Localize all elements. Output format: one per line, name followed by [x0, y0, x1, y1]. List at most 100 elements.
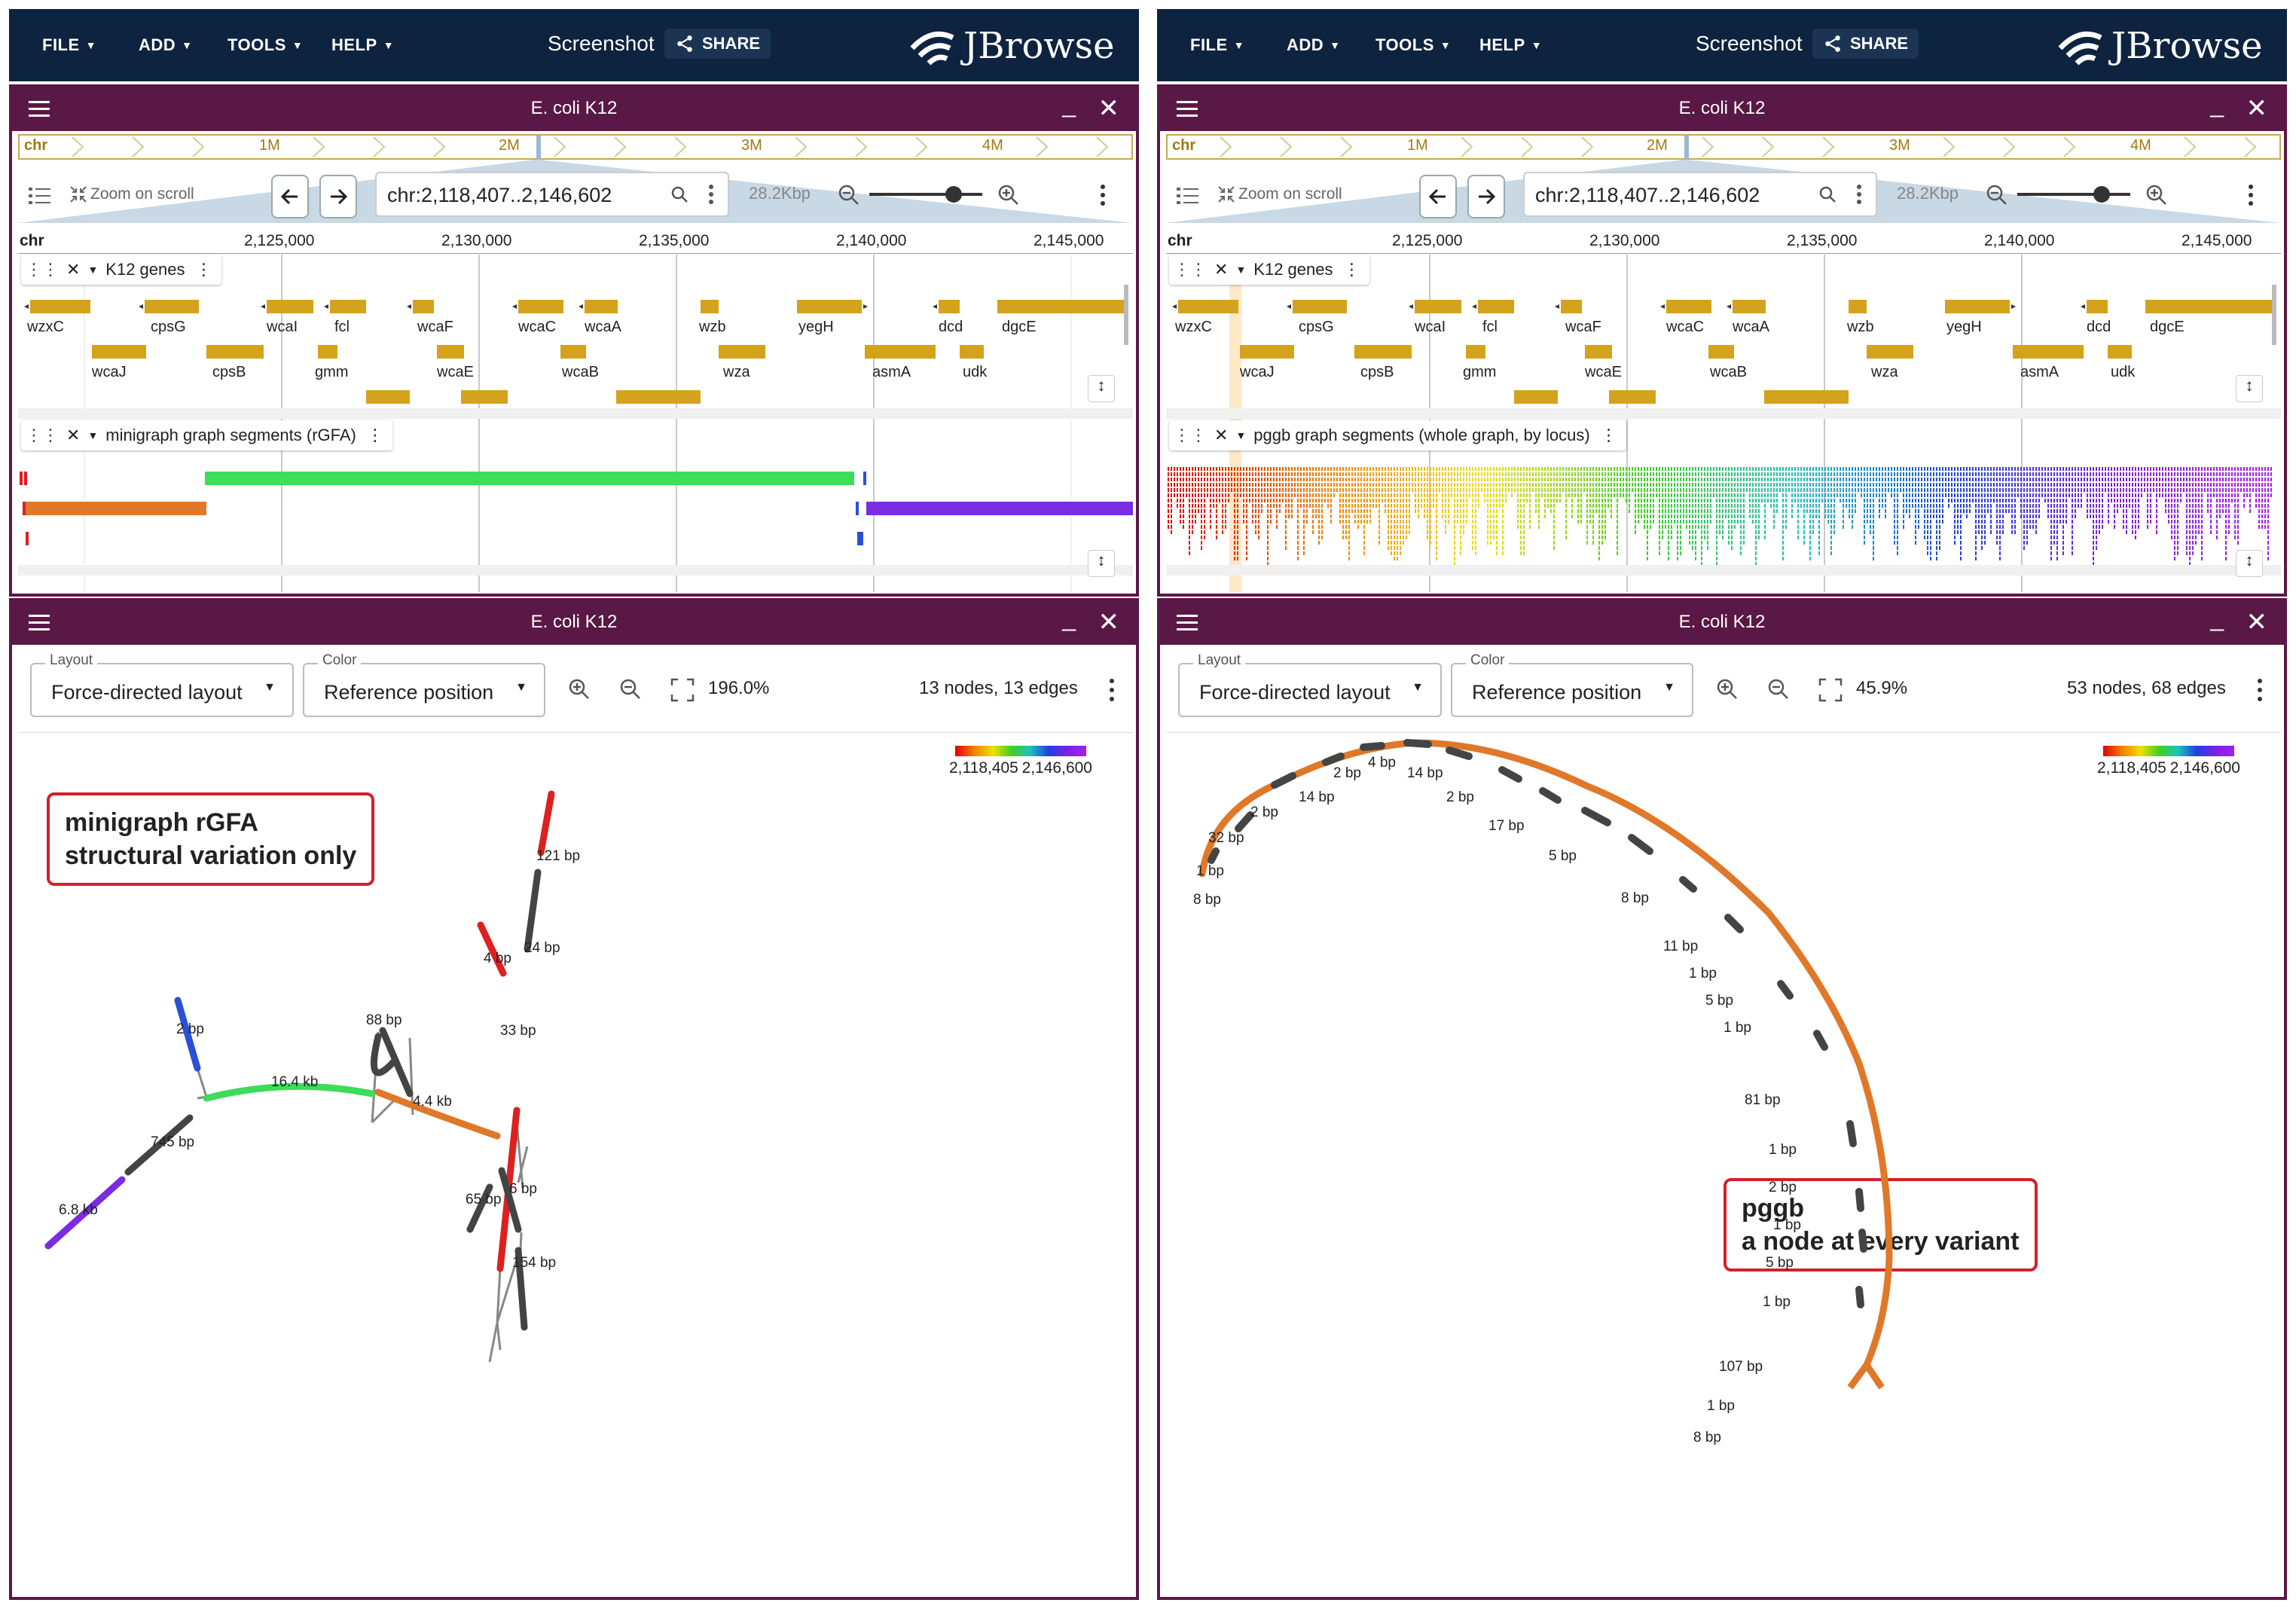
track-selector-icon[interactable]	[29, 187, 51, 206]
gene-feature[interactable]	[585, 300, 618, 313]
search-icon[interactable]	[1818, 185, 1836, 203]
zoom-on-scroll-label[interactable]: Zoom on scroll	[1238, 185, 1342, 203]
zoom-on-scroll-icon[interactable]	[1217, 185, 1235, 203]
pan-right-button[interactable]	[319, 175, 357, 218]
gene-feature[interactable]	[1354, 345, 1412, 359]
segment-feature[interactable]	[24, 502, 206, 515]
zoom-out-icon[interactable]	[838, 184, 860, 206]
add-menu[interactable]: ADD ▼	[139, 9, 193, 81]
gene-feature[interactable]	[1478, 300, 1514, 313]
graph-canvas[interactable]: 121 bp 24 bp 4 bp 2 bp 88 bp 33 bp 16.4 …	[18, 732, 1133, 1591]
gene-feature[interactable]	[1293, 300, 1347, 313]
segment-feature[interactable]	[26, 532, 29, 545]
minimize-icon[interactable]: _	[1062, 90, 1076, 118]
track-scrollbar[interactable]	[2272, 285, 2276, 345]
zoom-out-icon[interactable]	[619, 678, 643, 702]
gene-feature[interactable]	[2108, 345, 2132, 359]
zoom-slider[interactable]	[2017, 185, 2138, 203]
minimize-icon[interactable]: _	[2210, 604, 2224, 632]
gene-feature[interactable]	[865, 345, 936, 359]
resize-track-icon[interactable]: ↕	[2236, 375, 2263, 402]
help-menu[interactable]: HELP ▼	[331, 9, 394, 81]
gene-feature[interactable]	[1415, 300, 1461, 313]
zoom-on-scroll-icon[interactable]	[69, 185, 87, 203]
gene-feature[interactable]	[1666, 300, 1711, 313]
zoom-out-icon[interactable]	[1767, 678, 1791, 702]
locus-input[interactable]: chr:2,118,407..2,146,602	[375, 172, 729, 217]
graph-node[interactable]	[537, 790, 555, 856]
gene-feature[interactable]	[461, 390, 508, 404]
gene-feature[interactable]	[1240, 345, 1294, 359]
gene-feature[interactable]	[92, 345, 146, 359]
gene-feature[interactable]	[1609, 390, 1656, 404]
gene-feature[interactable]	[318, 345, 337, 359]
locus-input[interactable]: chr:2,118,407..2,146,602	[1523, 172, 1877, 217]
gene-feature[interactable]	[939, 300, 960, 313]
overview-ruler[interactable]: chr 1M 2M 3M 4M	[1166, 134, 2281, 160]
close-track-icon[interactable]: ✕	[1214, 260, 1228, 279]
chevron-down-icon[interactable]: ▼	[1235, 429, 1246, 441]
gene-feature[interactable]	[413, 300, 434, 313]
more-vert-icon[interactable]	[1109, 678, 1115, 702]
graph-node-branch[interactable]	[1847, 1363, 1885, 1390]
track-scrollbar[interactable]	[1124, 285, 1128, 345]
gene-feature[interactable]	[797, 300, 862, 313]
gene-feature[interactable]	[145, 300, 199, 313]
close-track-icon[interactable]: ✕	[1214, 426, 1228, 445]
gene-feature[interactable]	[1733, 300, 1766, 313]
more-vert-icon[interactable]: ⋮	[1344, 260, 1360, 279]
zoom-on-scroll-label[interactable]: Zoom on scroll	[90, 185, 194, 203]
gene-feature[interactable]	[1561, 300, 1582, 313]
graph-canvas[interactable]: 14 bp 2 bp 4 bp 2 bp 14 bp 2 bp 32 bp 17…	[1166, 732, 2281, 1591]
resize-track-icon[interactable]: ↕	[2236, 550, 2263, 577]
close-track-icon[interactable]: ✕	[66, 260, 80, 279]
more-vert-icon[interactable]: ⋮	[1601, 426, 1617, 445]
zoom-slider[interactable]	[869, 185, 990, 203]
gene-feature[interactable]	[437, 345, 464, 359]
gene-feature[interactable]	[616, 390, 701, 404]
gene-feature[interactable]	[1178, 300, 1238, 313]
more-vert-icon[interactable]: ⋮	[367, 426, 383, 445]
share-button[interactable]: SHARE	[664, 29, 771, 59]
layout-select[interactable]: Layout Force-directed layout ▼	[30, 652, 294, 717]
gene-feature[interactable]	[1945, 300, 2010, 313]
close-icon[interactable]: ✕	[2246, 607, 2268, 637]
segment-track[interactable]	[1166, 450, 2281, 601]
share-button[interactable]: SHARE	[1812, 29, 1919, 59]
graph-nodes[interactable]	[44, 790, 555, 1331]
close-icon[interactable]: ✕	[1098, 93, 1120, 124]
gene-feature[interactable]	[2145, 300, 2276, 313]
color-select[interactable]: Color Reference position ▼	[303, 652, 545, 717]
resize-track-icon[interactable]: ↕	[1088, 375, 1115, 402]
more-vert-icon[interactable]	[708, 184, 714, 205]
gene-feature[interactable]	[1764, 390, 1849, 404]
view-options-icon[interactable]	[1100, 184, 1106, 206]
graph-node[interactable]	[524, 869, 542, 953]
add-menu[interactable]: ADD ▼	[1287, 9, 1341, 81]
gene-feature[interactable]	[267, 300, 313, 313]
gene-feature[interactable]	[1514, 390, 1558, 404]
segment-feature[interactable]	[23, 502, 26, 515]
gene-feature[interactable]	[206, 345, 264, 359]
drag-handle-icon[interactable]: ⋮⋮	[1174, 426, 1207, 445]
color-select[interactable]: Color Reference position ▼	[1451, 652, 1693, 717]
gene-feature[interactable]	[1708, 345, 1734, 359]
close-icon[interactable]: ✕	[2246, 93, 2268, 124]
zoom-in-icon[interactable]	[997, 184, 1020, 206]
segment-feature[interactable]	[856, 502, 859, 515]
chevron-down-icon[interactable]: ▼	[87, 429, 98, 441]
segment-feature[interactable]	[24, 472, 27, 485]
fit-view-icon[interactable]	[670, 678, 695, 702]
minimize-icon[interactable]: _	[2210, 90, 2224, 118]
gene-feature[interactable]	[1849, 300, 1867, 313]
more-vert-icon[interactable]	[1856, 184, 1862, 205]
graph-node-chain[interactable]	[1198, 739, 1893, 1369]
segment-feature[interactable]	[857, 532, 863, 545]
drag-handle-icon[interactable]: ⋮⋮	[1174, 260, 1207, 279]
gene-feature[interactable]	[997, 300, 1128, 313]
gene-feature[interactable]	[560, 345, 586, 359]
gene-feature[interactable]	[518, 300, 563, 313]
chevron-down-icon[interactable]: ▼	[87, 264, 98, 276]
more-vert-icon[interactable]	[2257, 678, 2263, 702]
help-menu[interactable]: HELP ▼	[1479, 9, 1542, 81]
